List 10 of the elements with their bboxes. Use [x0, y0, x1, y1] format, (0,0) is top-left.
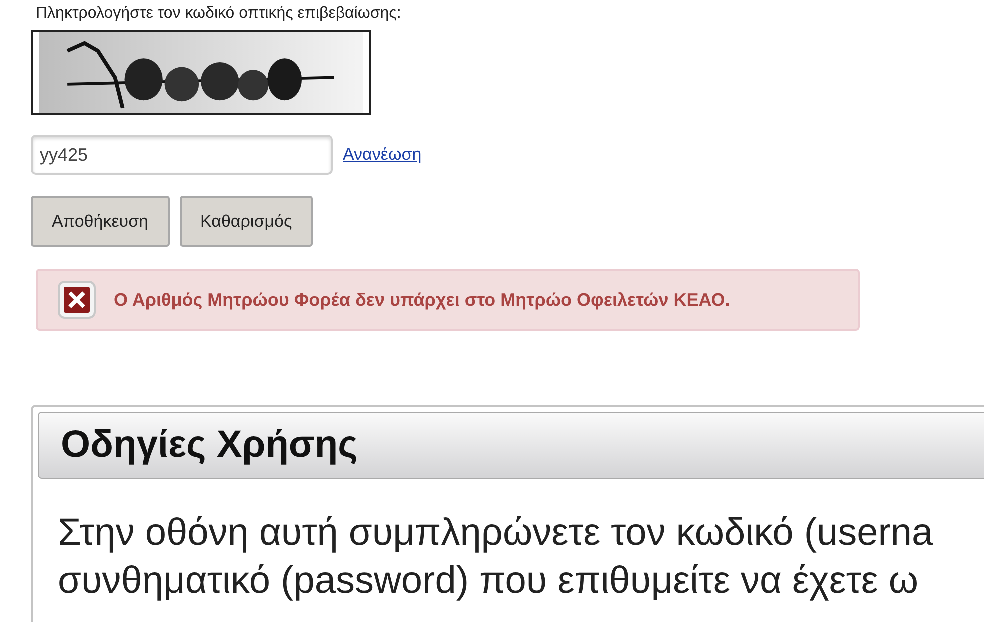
captcha-label: Πληκτρολογήστε τον κωδικό οπτικής επιβεβαίωσης: [36, 4, 402, 24]
error-icon [58, 281, 96, 319]
captcha-input[interactable]: yy425 [31, 135, 333, 175]
panel-title: Οδηγίες Χρήσης [61, 423, 358, 468]
alert-message: Ο Αριθμός Μητρώου Φορέα δεν υπάρχει στο Μητρώο Οφειλετών ΚΕΑΟ. [114, 288, 730, 312]
form-button[interactable]: Καθαρισμός [180, 196, 314, 247]
form-button[interactable]: Αποθήκευση [31, 196, 170, 247]
instructions-text: Στην οθόνη αυτή συμπληρώνετε τον κωδικό (userna [58, 511, 934, 556]
refresh-link[interactable]: Ανανέωση [343, 142, 422, 168]
instructions-text: συνθηματικό (password) που επιθυμείτε να έχετε ω [58, 559, 920, 604]
